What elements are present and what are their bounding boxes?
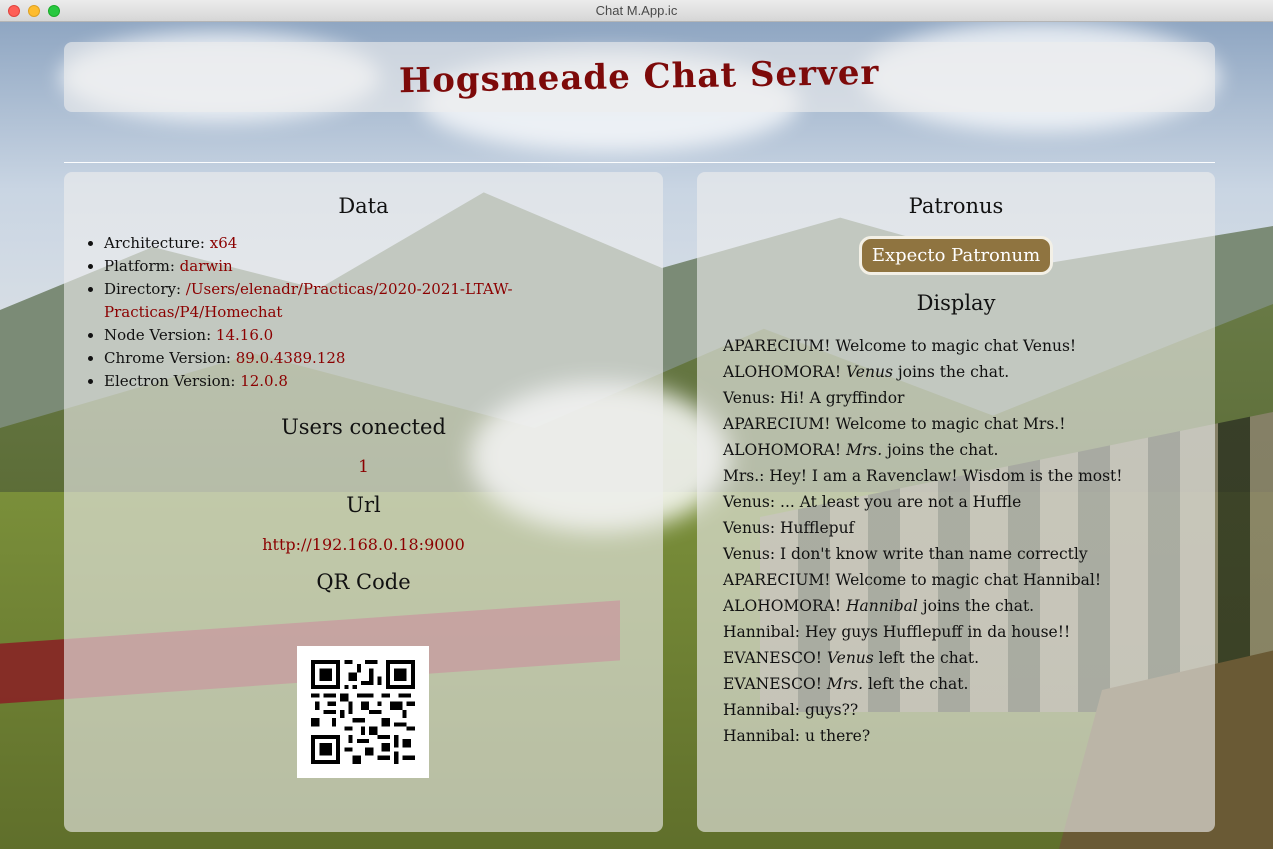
info-directory: Directory: /Users/elenadr/Practicas/2020… <box>104 278 663 324</box>
minimize-window-button[interactable] <box>28 5 40 17</box>
header-panel: Hogsmeade Chat Server <box>64 42 1215 112</box>
chat-message: Hannibal: guys?? <box>723 701 859 719</box>
chat-message: Venus: I don't know write than name corr… <box>723 545 1088 563</box>
url-title: Url <box>346 493 381 517</box>
chat-message: APARECIUM! Welcome to magic chat Venus! <box>723 337 1077 355</box>
qr-title: QR Code <box>316 570 411 594</box>
chat-message: APARECIUM! Welcome to magic chat Hanniba… <box>723 571 1102 589</box>
qr-code <box>297 646 429 778</box>
window-title: Chat M.App.ic <box>595 3 678 18</box>
window-titlebar: Chat M.App.ic <box>0 0 1273 22</box>
display-title: Display <box>916 291 996 315</box>
expecto-patronum-button[interactable]: Expecto Patronum <box>858 236 1054 275</box>
chat-message: Hannibal: Hey guys Hufflepuff in da hous… <box>723 623 1071 641</box>
system-info-list: Architecture: x64 Platform: darwin Direc… <box>104 232 663 393</box>
users-title: Users conected <box>281 415 446 439</box>
info-node-version: Node Version: 14.16.0 <box>104 324 663 347</box>
chat-message: EVANESCO! Mrs. left the chat. <box>723 675 969 693</box>
chat-user-name: Mrs. <box>846 441 883 459</box>
app-title: Hogsmeade Chat Server <box>399 52 880 102</box>
chat-display: APARECIUM! Welcome to magic chat Venus! A… <box>723 333 1215 749</box>
chat-message: Hannibal: u there? <box>723 727 871 745</box>
chat-message: APARECIUM! Welcome to magic chat Mrs.! <box>723 415 1066 433</box>
header-divider <box>64 162 1215 163</box>
data-panel: Data Architecture: x64 Platform: darwin … <box>64 172 663 832</box>
chat-message: ALOHOMORA! Venus joins the chat. <box>723 363 1010 381</box>
info-architecture: Architecture: x64 <box>104 232 663 255</box>
info-chrome-version: Chrome Version: 89.0.4389.128 <box>104 347 663 370</box>
data-title: Data <box>338 194 389 218</box>
chat-message: ALOHOMORA! Hannibal joins the chat. <box>723 597 1035 615</box>
chat-message: Mrs.: Hey! I am a Ravenclaw! Wisdom is t… <box>723 467 1123 485</box>
chat-user-name: Venus <box>826 649 874 667</box>
qr-code-image <box>311 660 415 764</box>
chat-message: EVANESCO! Venus left the chat. <box>723 649 980 667</box>
server-url[interactable]: http://192.168.0.18:9000 <box>64 535 663 554</box>
chat-message: Venus: Hi! A gryffindor <box>723 389 905 407</box>
chat-message: ALOHOMORA! Mrs. joins the chat. <box>723 441 999 459</box>
close-window-button[interactable] <box>8 5 20 17</box>
chat-user-name: Mrs. <box>826 675 864 693</box>
patronus-title: Patronus <box>908 194 1004 218</box>
chat-user-name: Hannibal <box>846 597 918 615</box>
chat-message: Venus: ... At least you are not a Huffle <box>723 493 1022 511</box>
chat-user-name: Venus <box>846 363 893 381</box>
maximize-window-button[interactable] <box>48 5 60 17</box>
info-electron-version: Electron Version: 12.0.8 <box>104 370 663 393</box>
users-count: 1 <box>358 457 369 477</box>
info-platform: Platform: darwin <box>104 255 663 278</box>
chat-panel: Patronus Expecto Patronum Display APAREC… <box>697 172 1215 832</box>
chat-message: Venus: Hufflepuf <box>723 519 855 537</box>
